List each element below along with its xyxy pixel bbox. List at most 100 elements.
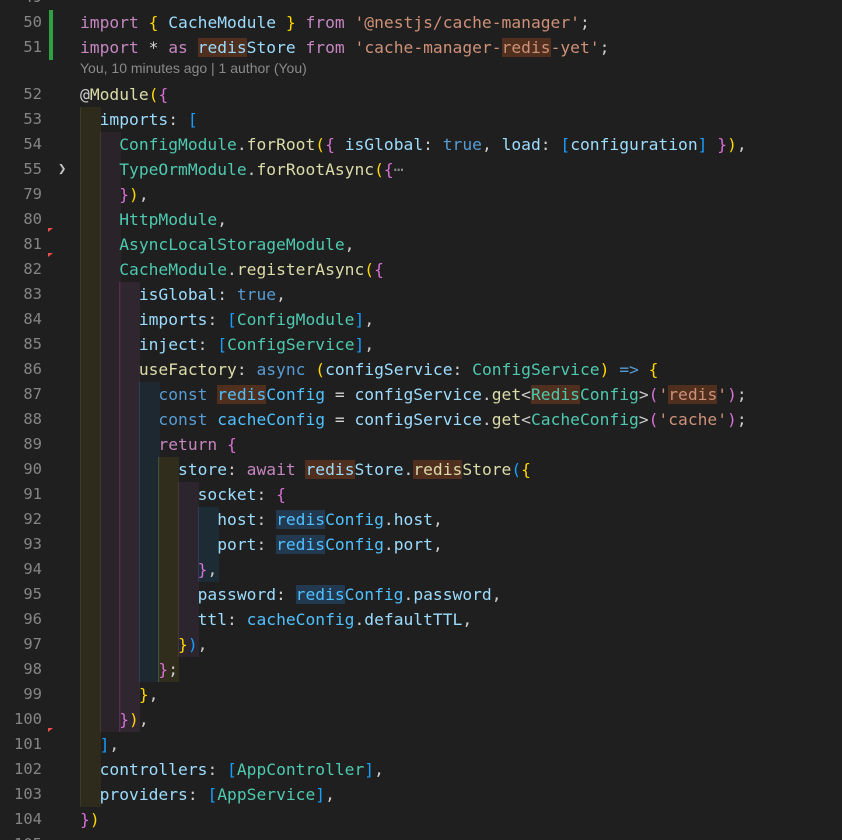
code-token: as [168,38,198,57]
code-token: get [491,410,522,429]
line-number: 85 [23,335,42,353]
code-token: , [432,535,443,554]
line-49: 49 [0,0,842,10]
code-line-83[interactable]: 83 isGlobal: true, [0,282,842,307]
code-token: inject [80,335,198,354]
code-line-55[interactable]: 55 ❯ TypeOrmModule.forRootAsync({⋯ [0,157,842,182]
code-token: ; [168,660,179,679]
code-line-92[interactable]: 92 host: redisConfig.host, [0,507,842,532]
code-token: < [521,385,531,404]
code-token: cacheConfig [246,610,355,629]
code-token: : [197,335,218,354]
code-token: isGlobal [80,285,218,304]
code-line-93[interactable]: 93 port: redisConfig.port, [0,532,842,557]
code-token: Config [344,585,404,604]
code-line-81[interactable]: 81 AsyncLocalStorageModule, [0,232,842,257]
code-token: ; [736,410,747,429]
code-line-52[interactable]: 52 @Module({ [0,82,842,107]
code-token: redis [217,385,267,404]
code-token: ttl [80,610,228,629]
code-line-88[interactable]: 88 const cacheConfig = configService.get… [0,407,842,432]
code-token: Config [579,385,639,404]
git-change-indicator[interactable] [49,35,53,60]
code-token: Store [354,460,404,479]
code-line-90[interactable]: 90 store: await redisStore.redisStore({ [0,457,842,482]
code-line-97[interactable]: 97 }), [0,632,842,657]
code-text: ttl: cacheConfig.defaultTTL, [80,607,473,632]
line-number: 53 [23,110,42,128]
code-token: AppService [217,785,316,804]
code-token: forRootAsync [256,160,375,179]
code-token: , [432,510,443,529]
code-token: , [462,610,473,629]
code-token: , [325,785,335,804]
code-line-102[interactable]: 102 controllers: [AppController], [0,757,842,782]
line-number: 81 [23,235,42,253]
code-token: : [256,485,277,504]
code-token: ] [364,760,375,779]
codelens-blame[interactable]: You, 10 minutes ago | 1 author (You) [0,57,842,79]
line-number: 95 [23,585,42,603]
code-line-82[interactable]: 82 CacheModule.registerAsync({ [0,257,842,282]
code-token: configService [354,385,482,404]
blame-text[interactable]: You, 10 minutes ago | 1 author (You) [80,57,307,79]
code-token: ( [648,410,659,429]
code-token: redis [276,535,326,554]
code-token: { [148,13,169,32]
code-token: redis [668,385,718,404]
code-line-86[interactable]: 86 useFactory: async (configService: Con… [0,357,842,382]
code-token: ) [129,185,139,204]
code-line-98[interactable]: 98 }; [0,657,842,682]
code-line-94[interactable]: 94 }, [0,557,842,582]
code-token: , [109,735,120,754]
code-token: ) [129,710,139,729]
code-line-101[interactable]: 101 ], [0,732,842,757]
code-token: { [374,260,384,279]
code-token: ) [727,135,737,154]
code-editor[interactable]: 49 50 import { CacheModule } from '@nestjs… [0,0,842,840]
code-token: 'cache' [658,410,728,429]
code-line-84[interactable]: 84 imports: [ConfigModule], [0,307,842,332]
code-line-100[interactable]: 100 }), [0,707,842,732]
code-line-103[interactable]: 103 providers: [AppService], [0,782,842,807]
code-line-104[interactable]: 104}) [0,807,842,832]
code-token: Config [325,510,384,529]
line-number: 86 [23,360,42,378]
code-text: TypeOrmModule.forRootAsync({⋯ [80,157,403,182]
code-token: 'cache-manager- [354,38,502,57]
code-line-95[interactable]: 95 password: redisConfig.password, [0,582,842,607]
code-text: }), [80,632,207,657]
code-line-80[interactable]: 80 HttpModule, [0,207,842,232]
code-line-85[interactable]: 85 inject: [ConfigService], [0,332,842,357]
line-number: 98 [23,660,42,678]
line-number: 90 [23,460,42,478]
code-line-54[interactable]: 54 ConfigModule.forRoot({ isGlobal: true… [0,132,842,157]
code-token: get [491,385,522,404]
code-line-87[interactable]: 87 const redisConfig = configService.get… [0,382,842,407]
code-text: const cacheConfig = configService.get<Ca… [80,407,747,432]
code-line-53[interactable]: 53 imports: [ [0,107,842,132]
fold-chevron-icon[interactable]: ❯ [58,157,66,182]
code-line-89[interactable]: 89 return { [0,432,842,457]
code-token: load [501,135,541,154]
code-line-50[interactable]: 50 import { CacheModule } from '@nestjs/c… [0,10,842,35]
code-token: redis [197,38,247,57]
code-token: . [383,510,394,529]
code-token: ] [315,785,326,804]
code-token: * [148,38,169,57]
code-token: , [138,185,149,204]
line-number: 91 [23,485,42,503]
code-line-96[interactable]: 96 ttl: cacheConfig.defaultTTL, [0,607,842,632]
code-token: controllers [80,760,208,779]
code-token: ' [717,385,728,404]
code-line-99[interactable]: 99 }, [0,682,842,707]
code-token: , [364,335,375,354]
code-line-79[interactable]: 79 }), [0,182,842,207]
code-token: = [334,410,355,429]
code-token: { [521,460,531,479]
code-line-91[interactable]: 91 socket: { [0,482,842,507]
code-token: . [246,160,257,179]
git-change-indicator[interactable] [49,10,53,35]
code-token: < [521,410,531,429]
